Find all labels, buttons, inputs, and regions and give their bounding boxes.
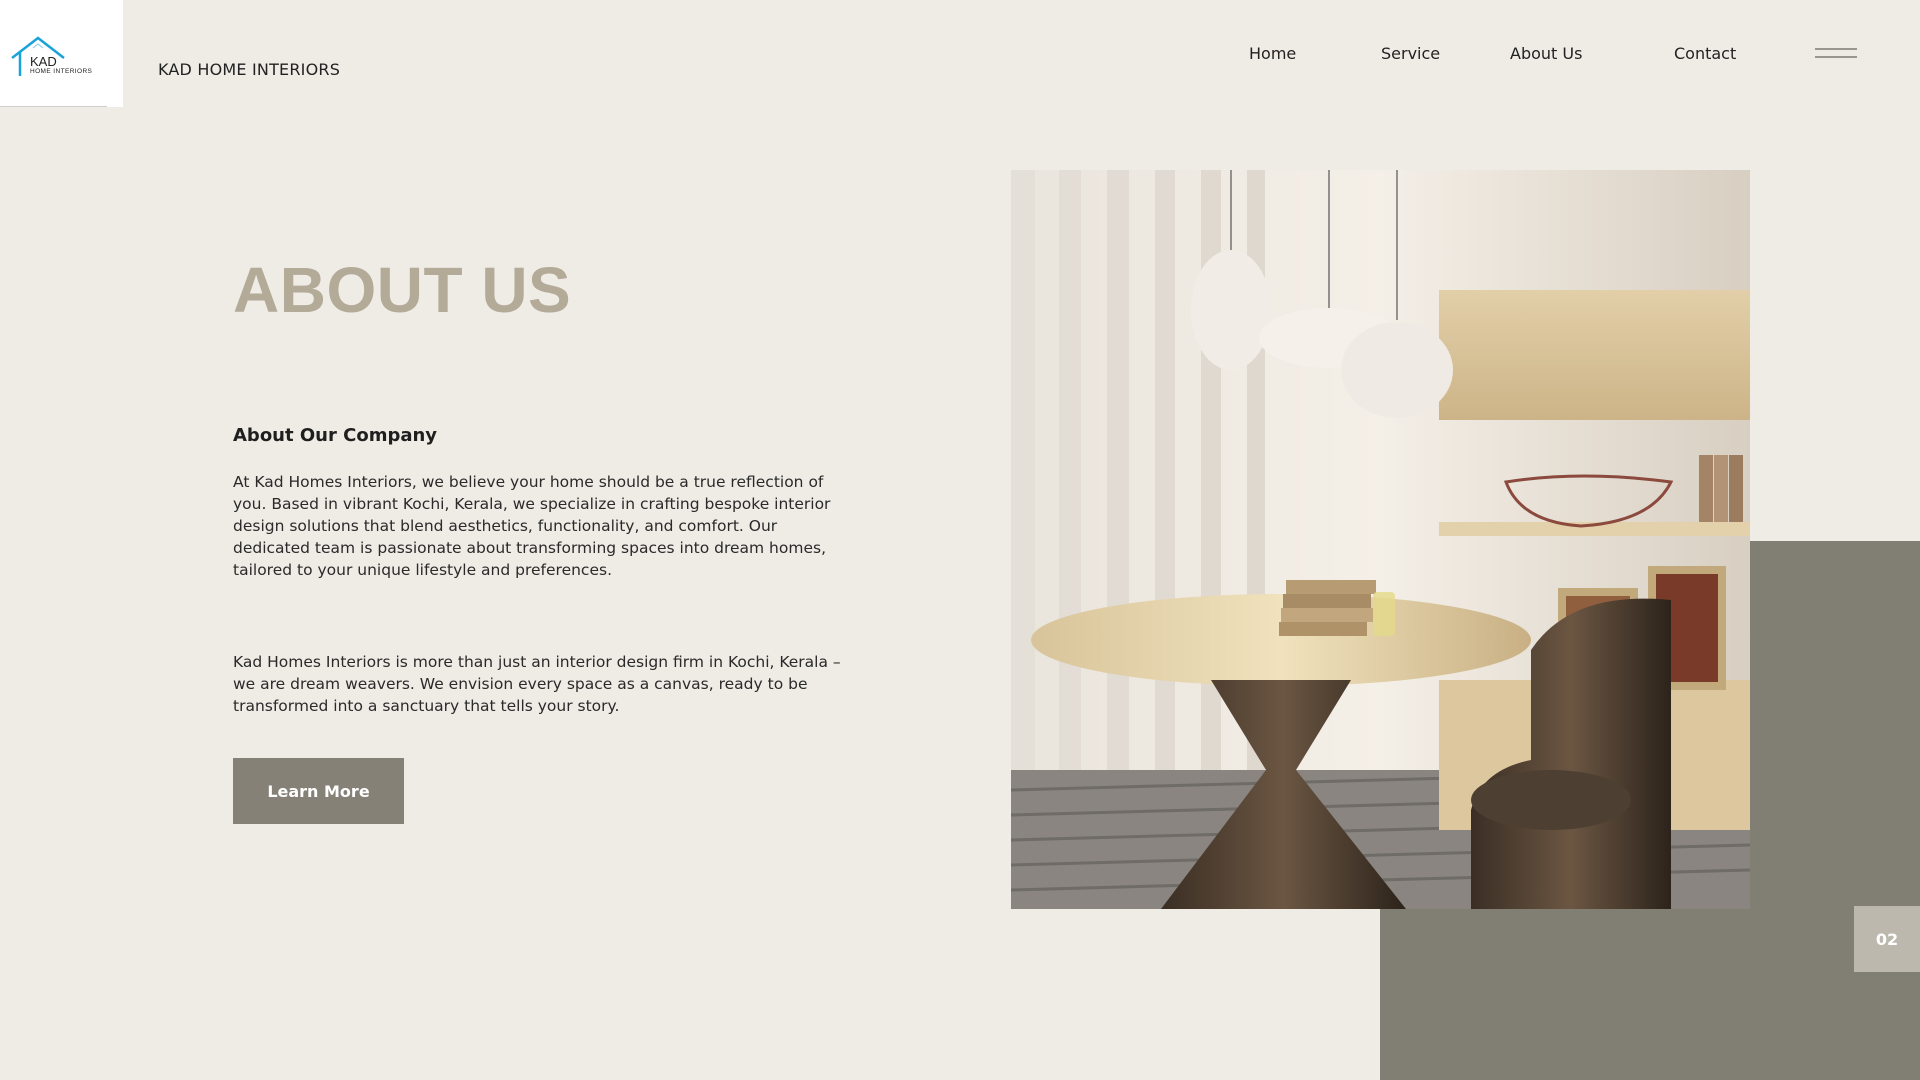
nav-about-us[interactable]: About Us xyxy=(1510,44,1582,63)
logo-text: KAD xyxy=(30,54,57,69)
page-number-badge: 02 xyxy=(1854,906,1920,972)
section-subtitle: About Our Company xyxy=(233,425,438,446)
learn-more-button[interactable]: Learn More xyxy=(233,758,404,824)
page-title: ABOUT US xyxy=(233,254,572,326)
intro-paragraph: At Kad Homes Interiors, we believe your … xyxy=(233,473,831,579)
hamburger-icon[interactable] xyxy=(1815,46,1857,60)
logo-subtext: HOME INTERIORS xyxy=(30,68,93,75)
logo-divider xyxy=(0,106,107,107)
nav-service[interactable]: Service xyxy=(1381,44,1440,63)
mission-paragraph: Kad Homes Interiors is more than just an… xyxy=(233,653,841,715)
nav-home[interactable]: Home xyxy=(1249,44,1296,63)
brand-name: KAD HOME INTERIORS xyxy=(158,60,341,79)
nav-contact[interactable]: Contact xyxy=(1674,44,1736,63)
house-logo-icon: KAD HOME INTERIORS xyxy=(11,36,93,76)
dining-room-image xyxy=(1011,170,1750,909)
interior-photo xyxy=(1011,170,1750,909)
decorative-block-bottom xyxy=(1380,909,1920,1080)
logo[interactable]: KAD HOME INTERIORS xyxy=(0,0,123,107)
